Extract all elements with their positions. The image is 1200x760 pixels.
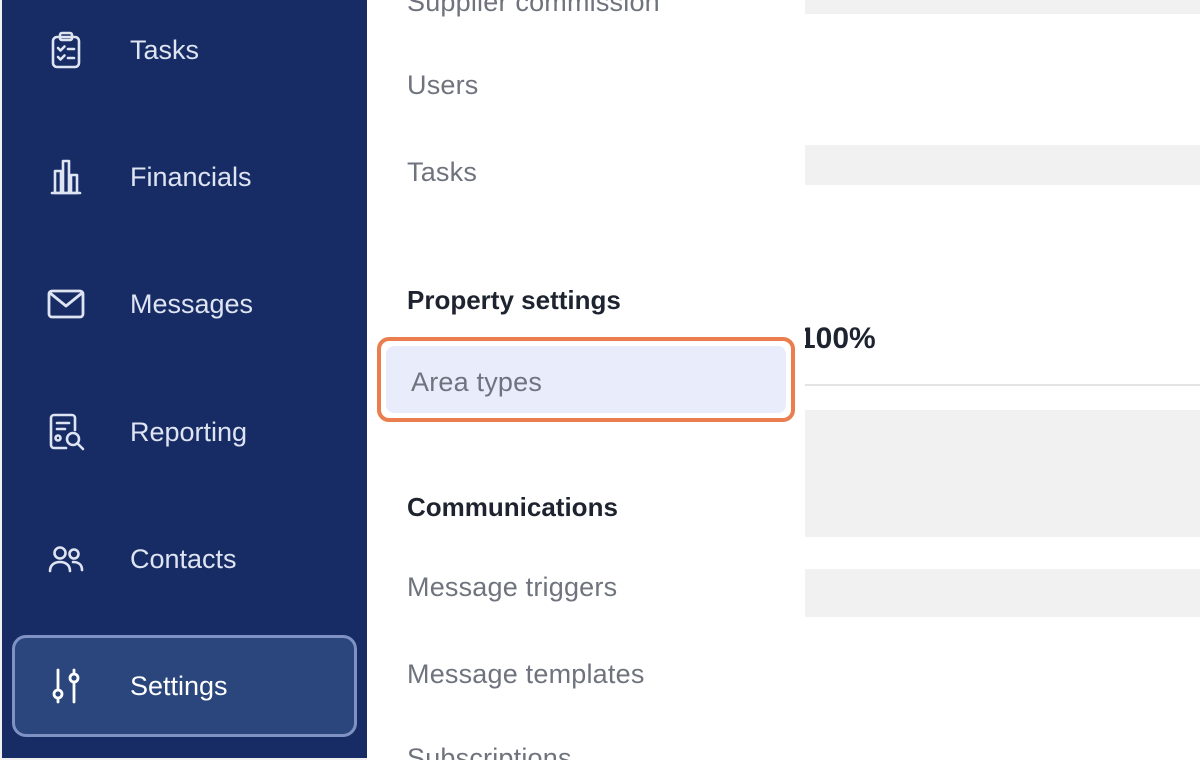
sidebar-item-label: Tasks [130,34,200,65]
bar-chart-icon [46,157,86,197]
sidebar-item-label: Contacts [130,543,237,574]
area-types-highlight: Area types [377,337,795,422]
main-content: 100% [805,0,1200,760]
submenu-link-area-types[interactable]: Area types [411,367,542,398]
percentage-value: 100% [805,322,876,355]
sidebar-item-reporting[interactable]: Reporting [12,380,357,484]
sliders-icon [46,666,86,706]
property-settings-heading: Property settings [407,285,621,315]
sidebar-item-financials[interactable]: Financials [12,125,357,229]
submenu-link-message-triggers[interactable]: Message triggers [407,572,617,603]
submenu-link-supplier-commission[interactable]: Supplier commission [407,0,660,18]
app-window: Tasks Financials Messages Reporting Cont… [0,0,1200,760]
report-search-icon [46,412,86,452]
clipboard-check-icon [46,30,86,70]
content-divider [805,384,1200,386]
settings-submenu: Supplier commission Users Tasks Property… [367,0,805,760]
sidebar-item-messages[interactable]: Messages [12,252,357,356]
content-card [805,617,1200,760]
content-card [805,14,1200,145]
sidebar-item-contacts[interactable]: Contacts [12,507,357,611]
communications-heading: Communications [407,492,618,522]
sidebar-item-label: Reporting [130,416,248,447]
submenu-link-message-templates[interactable]: Message templates [407,659,645,690]
envelope-icon [46,284,86,324]
main-sidebar: Tasks Financials Messages Reporting Cont… [2,0,367,758]
submenu-item-area-types[interactable]: Area types [386,346,786,413]
sidebar-item-settings[interactable]: Settings [12,635,357,737]
content-card [805,185,1200,410]
sidebar-item-label: Messages [130,288,254,319]
content-card [805,537,1200,569]
submenu-link-users[interactable]: Users [407,70,479,101]
submenu-link-tasks[interactable]: Tasks [407,157,477,188]
submenu-link-subscriptions[interactable]: Subscriptions [407,743,572,760]
sidebar-item-tasks[interactable]: Tasks [12,0,357,102]
sidebar-item-label: Financials [130,161,252,192]
sidebar-item-label: Settings [130,670,228,701]
users-icon [46,539,86,579]
